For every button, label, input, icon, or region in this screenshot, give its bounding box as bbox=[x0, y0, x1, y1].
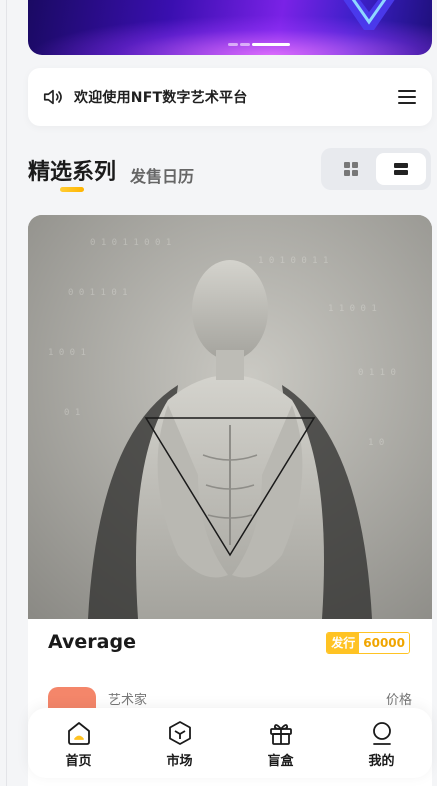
tab-market-label: 市场 bbox=[166, 754, 193, 769]
notice-text: 欢迎使用NFT数字艺术平台 bbox=[74, 90, 248, 106]
active-tab-underline bbox=[60, 187, 84, 192]
app-screen: 欢迎使用NFT数字艺术平台 精选系列 发售日历 0 1 0 1 1 0 0 1 … bbox=[0, 0, 437, 786]
tab-blindbox[interactable]: 盲盒 bbox=[230, 708, 331, 778]
carousel-dot[interactable] bbox=[228, 43, 238, 46]
nft-title: Average bbox=[48, 631, 136, 653]
gift-icon bbox=[269, 724, 292, 745]
cube-icon bbox=[168, 721, 191, 745]
list-icon bbox=[394, 163, 408, 175]
bottom-tab-bar: 首页 市场 盲盒 我的 bbox=[28, 708, 432, 778]
svg-text:1 0: 1 0 bbox=[368, 438, 384, 448]
svg-text:0 1 0 1 1 0 0 1: 0 1 0 1 1 0 0 1 bbox=[90, 238, 171, 248]
section-tab-calendar[interactable]: 发售日历 bbox=[130, 163, 194, 187]
notice-bar[interactable]: 欢迎使用NFT数字艺术平台 bbox=[28, 68, 432, 126]
svg-text:1 1 0 0 1: 1 1 0 0 1 bbox=[328, 304, 377, 314]
tab-home[interactable]: 首页 bbox=[28, 708, 129, 778]
banner-logo-icon bbox=[343, 0, 395, 30]
tab-blindbox-label: 盲盒 bbox=[267, 754, 294, 769]
issue-badge-value: 60000 bbox=[359, 633, 409, 653]
artist-label: 艺术家 bbox=[108, 693, 148, 708]
issue-badge: 发行 60000 bbox=[326, 632, 410, 654]
tab-home-label: 首页 bbox=[65, 754, 92, 769]
nft-artwork-image: 0 1 0 1 1 0 0 1 1 0 1 0 0 1 1 0 0 1 1 0 … bbox=[28, 215, 432, 619]
edge-divider bbox=[6, 0, 7, 786]
tab-profile-label: 我的 bbox=[368, 754, 395, 769]
svg-text:1 0 0 1: 1 0 0 1 bbox=[48, 348, 86, 358]
svg-text:0 1 1 0: 0 1 1 0 bbox=[358, 368, 396, 378]
tab-market[interactable]: 市场 bbox=[129, 708, 230, 778]
list-view-button[interactable] bbox=[376, 153, 426, 185]
menu-icon[interactable] bbox=[398, 90, 416, 104]
speaker-icon bbox=[43, 89, 62, 105]
nft-card[interactable]: 0 1 0 1 1 0 0 1 1 0 1 0 0 1 1 0 0 1 1 0 … bbox=[28, 215, 432, 786]
banner-carousel[interactable] bbox=[28, 0, 432, 55]
svg-text:0 1: 0 1 bbox=[64, 408, 80, 418]
issue-badge-label: 发行 bbox=[327, 633, 360, 653]
carousel-dot[interactable] bbox=[240, 43, 250, 46]
carousel-indicator bbox=[228, 43, 290, 47]
svg-text:0 0 1 1 0 1: 0 0 1 1 0 1 bbox=[68, 288, 128, 298]
user-icon bbox=[372, 722, 391, 745]
section-title-featured[interactable]: 精选系列 bbox=[28, 154, 116, 186]
price-label: 价格 bbox=[385, 693, 412, 708]
grid-view-button[interactable] bbox=[326, 153, 376, 185]
grid-icon bbox=[344, 162, 358, 176]
home-icon bbox=[67, 722, 90, 745]
svg-text:1 0 1 0 0 1 1: 1 0 1 0 0 1 1 bbox=[258, 256, 328, 266]
carousel-dot-active[interactable] bbox=[252, 43, 290, 46]
tab-profile[interactable]: 我的 bbox=[331, 708, 432, 778]
view-mode-toggle bbox=[321, 148, 431, 190]
